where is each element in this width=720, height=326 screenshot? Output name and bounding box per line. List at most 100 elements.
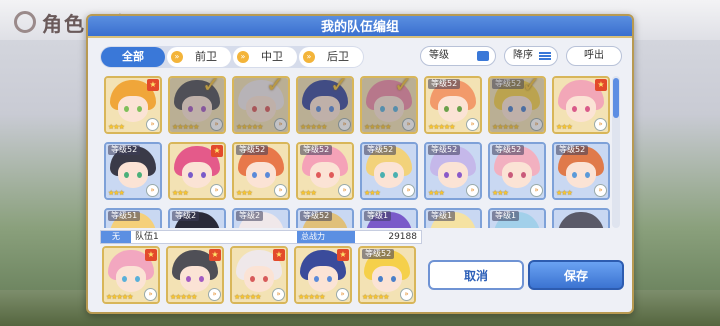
tab-label: 后卫: [327, 50, 349, 63]
sort-order-button[interactable]: 降序: [504, 46, 558, 66]
character-card[interactable]: ★★★★★ » ✓: [232, 76, 290, 134]
character-card[interactable]: 等级51»: [104, 208, 162, 228]
save-label: 保存: [563, 269, 588, 283]
character-level: 等级1: [428, 211, 456, 221]
team-slot-card[interactable]: 等级52 ★★★★★ »: [358, 246, 416, 304]
star-rating: ★★★★★: [428, 123, 455, 131]
team-slot-card[interactable]: ★★★★★ ★»: [230, 246, 288, 304]
portrait-eye: [252, 172, 257, 178]
rank-badge-icon: ★: [337, 249, 349, 261]
character-card[interactable]: 等级52 ★★★★★ »: [424, 76, 482, 134]
portrait-eye: [329, 172, 334, 178]
character-card[interactable]: 等级52 ★★★ »: [232, 142, 290, 200]
character-card[interactable]: ★★★ ★»: [104, 76, 162, 134]
portrait-eye: [265, 172, 270, 178]
portrait-face: [116, 266, 146, 292]
character-card[interactable]: ★★★ ★»: [168, 142, 226, 200]
character-card[interactable]: 等级52»: [296, 208, 354, 228]
character-card[interactable]: 等级2»: [232, 208, 290, 228]
chevron-icon: »: [594, 184, 607, 197]
portrait-eye: [585, 172, 590, 178]
star-rating: ★★★: [236, 189, 253, 197]
portrait-face: [244, 266, 274, 292]
chevron-icon: »: [338, 118, 351, 131]
character-portrait: [234, 78, 288, 132]
character-card[interactable]: 等级52 ★★★ »: [104, 142, 162, 200]
portrait-eye: [380, 172, 385, 178]
modal-title: 我的队伍编组: [320, 20, 399, 35]
sort-level-label: 等级: [429, 50, 449, 61]
character-card[interactable]: 等级52 ★★★ »: [296, 142, 354, 200]
portrait-eye: [186, 276, 191, 282]
chevron-icon: »: [530, 184, 543, 197]
character-card[interactable]: ★★★★★ » ✓: [168, 76, 226, 134]
rank-badge-icon: ★: [595, 79, 607, 91]
tab-all[interactable]: 全部: [101, 47, 165, 67]
star-rating: ★★★: [556, 189, 573, 197]
sort-level-button[interactable]: 等级: [420, 46, 496, 66]
tab-back[interactable]: » 后卫: [299, 47, 363, 67]
character-portrait: [362, 78, 416, 132]
tab-label: 前卫: [195, 50, 217, 63]
team-slot-card[interactable]: ★★★★★ ★»: [294, 246, 352, 304]
character-level: 等级1: [364, 211, 392, 221]
character-card[interactable]: 等级2»: [168, 208, 226, 228]
checkmark-icon: ✓: [202, 76, 221, 98]
portrait-eye: [585, 106, 590, 112]
character-card[interactable]: 等级52 ★★★ »: [488, 142, 546, 200]
character-card[interactable]: 等级1»: [424, 208, 482, 228]
portrait-face: [118, 96, 148, 122]
character-level: 等级2: [172, 211, 200, 221]
save-button[interactable]: 保存: [528, 260, 624, 290]
portrait-eye: [137, 172, 142, 178]
scrollbar-thumb[interactable]: [613, 78, 619, 118]
star-rating: ★★★★★: [236, 123, 263, 131]
character-card[interactable]: 等级1»: [360, 208, 418, 228]
portrait-eye: [316, 172, 321, 178]
character-card[interactable]: 等级52 ★★★ »: [424, 142, 482, 200]
grid-scrollbar[interactable]: [612, 76, 620, 228]
character-card[interactable]: 等级52 ★★★★★ » ✓: [488, 76, 546, 134]
sort-controls: 等级 降序 呼出: [420, 46, 622, 68]
modal-title-bar: 我的队伍编组: [88, 16, 632, 38]
portrait-eye: [199, 276, 204, 282]
character-card[interactable]: ★★★★★ » ✓: [296, 76, 354, 134]
portrait-face: [180, 266, 210, 292]
portrait-eye: [329, 106, 334, 112]
sort-order-label: 降序: [513, 50, 533, 61]
chevron-icon: »: [303, 51, 315, 63]
team-slot-card[interactable]: ★★★★★ ★»: [166, 246, 224, 304]
team-slot-card[interactable]: ★★★★★ ★»: [102, 246, 160, 304]
portrait-eye: [393, 172, 398, 178]
chevron-icon: »: [274, 184, 287, 197]
tab-middle[interactable]: » 中卫: [233, 47, 297, 67]
portrait-face: [246, 162, 276, 188]
star-rating: ★★★: [556, 123, 573, 131]
character-card[interactable]: »: [552, 208, 610, 228]
portrait-eye: [124, 106, 129, 112]
star-rating: ★★★★★: [362, 293, 389, 301]
portrait-eye: [265, 106, 270, 112]
call-button[interactable]: 呼出: [566, 46, 622, 66]
call-label: 呼出: [584, 50, 604, 61]
portrait-face: [502, 162, 532, 188]
character-card[interactable]: ★★★★★ » ✓: [360, 76, 418, 134]
square-icon: [477, 51, 489, 61]
portrait-eye: [188, 106, 193, 112]
character-card[interactable]: 等级52 ★★★ »: [360, 142, 418, 200]
cancel-button[interactable]: 取消: [428, 260, 524, 290]
chevron-icon: »: [171, 51, 183, 63]
character-card[interactable]: 等级1»: [488, 208, 546, 228]
portrait-eye: [314, 276, 319, 282]
total-power-label: 总战力: [297, 231, 355, 243]
portrait-eye: [378, 276, 383, 282]
cancel-label: 取消: [463, 269, 488, 283]
tab-front[interactable]: » 前卫: [167, 47, 231, 67]
character-card[interactable]: 等级52 ★★★ »: [552, 142, 610, 200]
character-card[interactable]: ★★★ ★»: [552, 76, 610, 134]
portrait-eye: [201, 106, 206, 112]
portrait-face: [438, 96, 468, 122]
character-level: 等级52: [492, 79, 525, 89]
character-level: 等级52: [362, 249, 395, 259]
chevron-icon: »: [208, 288, 221, 301]
